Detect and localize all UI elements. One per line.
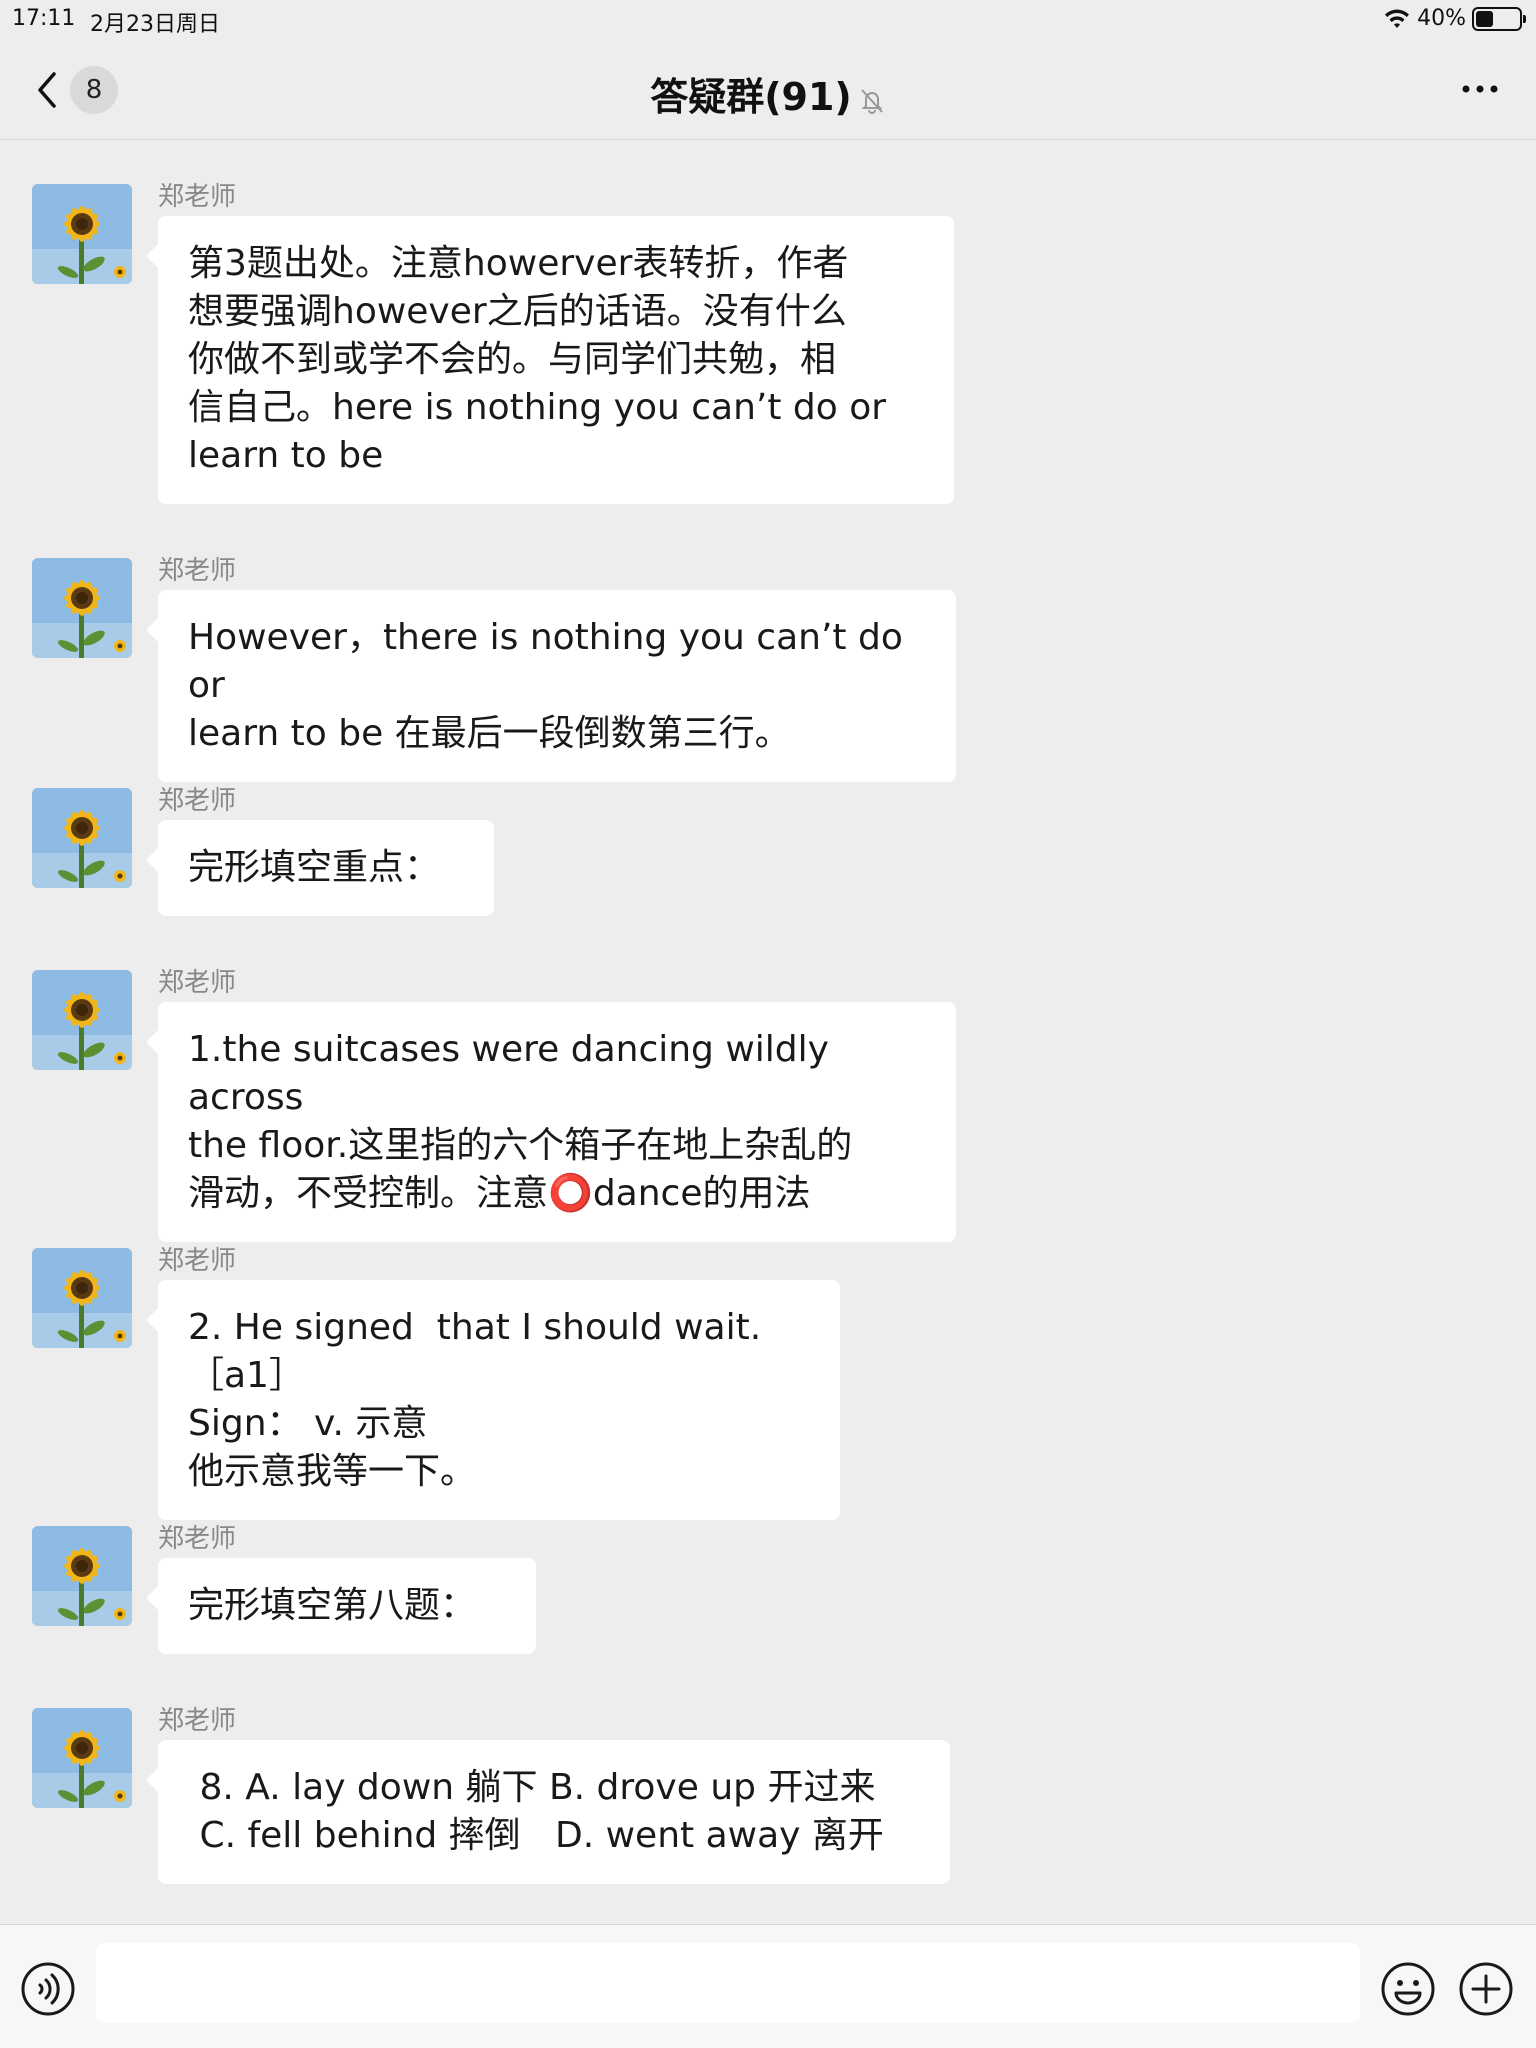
battery-percent: 40%: [1417, 6, 1466, 31]
message-input[interactable]: [96, 1943, 1360, 2023]
mute-bell-icon: [861, 88, 883, 114]
battery-fill: [1476, 10, 1493, 27]
voice-icon[interactable]: [20, 1961, 76, 2017]
sender-name: 郑老师: [158, 1706, 237, 1736]
sunflower-icon: [32, 1248, 132, 1348]
wifi-icon: [1385, 9, 1410, 28]
chat-title-text: 答疑群(91): [650, 75, 852, 119]
sunflower-icon: [32, 184, 132, 284]
sender-name: 郑老师: [158, 968, 237, 998]
status-time: 17:11: [12, 6, 76, 31]
status-bar: 17:11 2月23日周日 40%: [0, 0, 1536, 40]
sender-name: 郑老师: [158, 1524, 237, 1554]
message-bubble[interactable]: 8. A. lay down 躺下 B. drove up 开过来 C. fel…: [146, 1740, 950, 1884]
plus-icon[interactable]: [1458, 1961, 1514, 2017]
status-right: 40%: [1383, 6, 1526, 31]
battery-icon: [1472, 6, 1526, 31]
sunflower-icon: [32, 970, 132, 1070]
message-bubble[interactable]: 第3题出处。注意howerver表转折，作者 想要强调however之后的话语。…: [146, 216, 954, 504]
sunflower-icon: [32, 1526, 132, 1626]
sender-name: 郑老师: [158, 786, 237, 816]
status-date: 2月23日周日: [90, 12, 220, 37]
emoji-icon[interactable]: [1380, 1961, 1436, 2017]
message-bubble[interactable]: 1.the suitcases were dancing wildly acro…: [146, 1002, 956, 1242]
avatar[interactable]: [32, 558, 132, 658]
input-bar: [0, 1924, 1536, 2048]
sender-name: 郑老师: [158, 556, 237, 586]
avatar[interactable]: [32, 788, 132, 888]
sunflower-icon: [32, 1708, 132, 1808]
sender-name: 郑老师: [158, 182, 237, 212]
message-bubble[interactable]: However，there is nothing you can’t do or…: [146, 590, 956, 782]
message-bubble[interactable]: 2. He signed that I should wait.［a1］ Sig…: [146, 1280, 840, 1520]
avatar[interactable]: [32, 1248, 132, 1348]
nav-bar: 8 答疑群(91): [0, 40, 1536, 140]
more-icon[interactable]: [1458, 74, 1502, 104]
avatar[interactable]: [32, 970, 132, 1070]
sender-name: 郑老师: [158, 1246, 237, 1276]
avatar[interactable]: [32, 1708, 132, 1808]
sunflower-icon: [32, 788, 132, 888]
avatar[interactable]: [32, 184, 132, 284]
message-bubble[interactable]: 完形填空第八题：: [146, 1558, 536, 1654]
chat-title: 答疑群(91): [0, 66, 1536, 121]
message-bubble[interactable]: 完形填空重点：: [146, 820, 494, 916]
sunflower-icon: [32, 558, 132, 658]
avatar[interactable]: [32, 1526, 132, 1626]
